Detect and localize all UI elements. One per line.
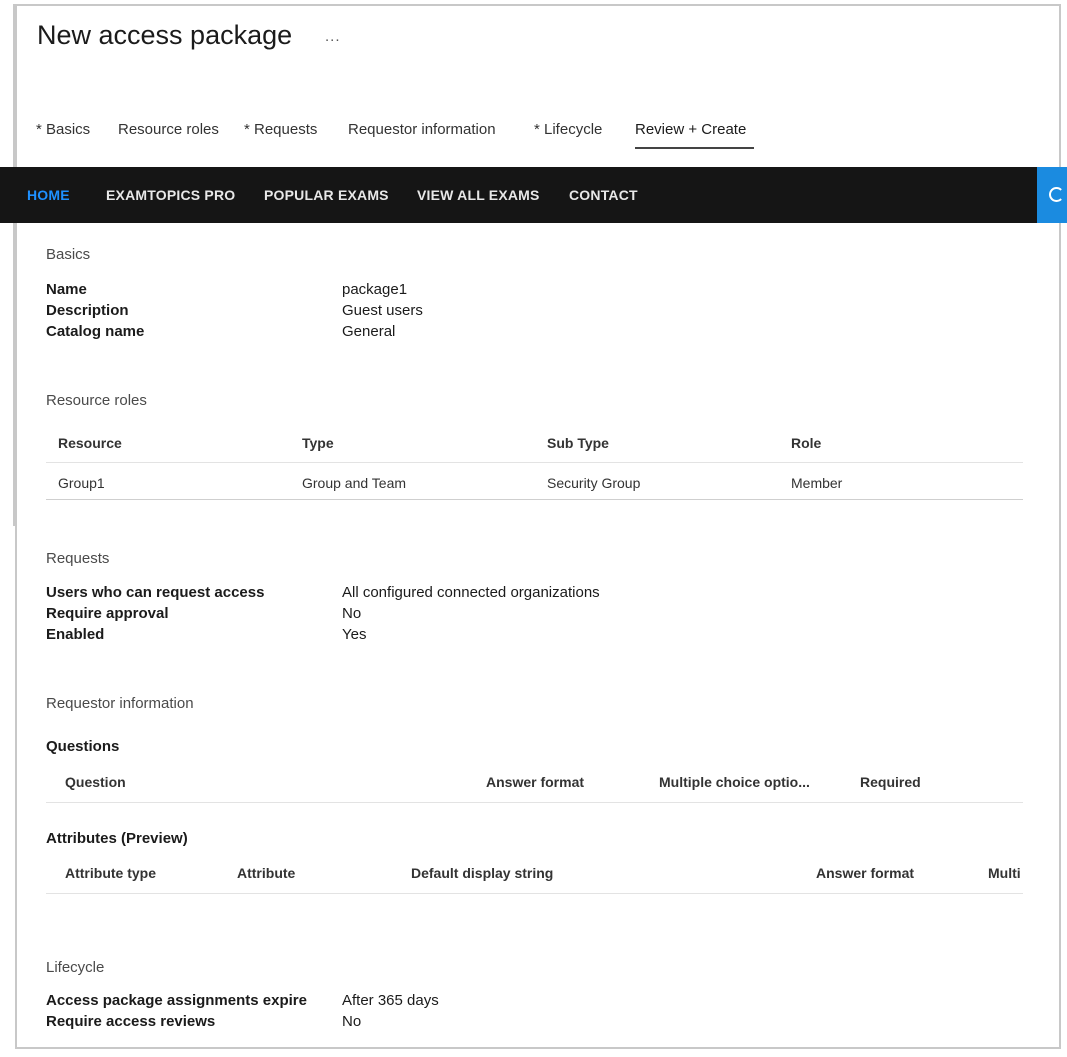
column-header-required: Required [860, 774, 921, 790]
site-navbar: HOME EXAMTOPICS PRO POPULAR EXAMS VIEW A… [0, 167, 1067, 223]
section-heading-requests: Requests [46, 550, 110, 567]
column-header-question: Question [65, 774, 126, 790]
page-title: New access package [37, 20, 293, 50]
attributes-heading: Attributes (Preview) [46, 830, 188, 847]
section-heading-lifecycle: Lifecycle [46, 959, 105, 976]
tab-requestor-information[interactable]: Requestor information [348, 121, 496, 138]
column-header-attr-answer-format: Answer format [816, 865, 915, 881]
value-catalog-name: General [342, 323, 396, 340]
nav-contact[interactable]: CONTACT [569, 187, 638, 203]
section-heading-resource-roles: Resource roles [46, 392, 147, 409]
more-options-button[interactable]: ... [325, 28, 341, 45]
label-catalog-name: Catalog name [46, 323, 145, 340]
tab-review-create[interactable]: Review + Create [635, 121, 746, 138]
nav-view-all-exams[interactable]: VIEW ALL EXAMS [417, 187, 540, 203]
tab-lifecycle[interactable]: * Lifecycle [534, 121, 602, 138]
column-header-answer-format: Answer format [486, 774, 585, 790]
cell-sub-type: Security Group [547, 475, 641, 491]
cell-resource: Group1 [58, 475, 105, 491]
table-divider [46, 893, 1023, 894]
column-header-attribute-type: Attribute type [65, 865, 156, 881]
label-users-who-can-request: Users who can request access [46, 584, 265, 601]
value-name: package1 [342, 281, 408, 298]
column-header-role: Role [791, 435, 822, 451]
label-assignments-expire: Access package assignments expire [46, 992, 307, 1009]
cell-type: Group and Team [302, 475, 407, 491]
questions-heading: Questions [46, 738, 120, 755]
tab-resource-roles[interactable]: Resource roles [118, 121, 219, 138]
active-tab-indicator [635, 147, 754, 149]
column-header-default-display-string: Default display string [411, 865, 554, 881]
table-divider [46, 802, 1023, 803]
label-enabled: Enabled [46, 626, 105, 643]
column-header-type: Type [302, 435, 334, 451]
value-require-access-reviews: No [342, 1013, 362, 1030]
search-button[interactable] [1037, 167, 1067, 223]
label-description: Description [46, 302, 129, 319]
nav-popular-exams[interactable]: POPULAR EXAMS [264, 187, 389, 203]
column-header-attribute: Attribute [237, 865, 296, 881]
value-enabled: Yes [342, 626, 367, 643]
label-name: Name [46, 281, 87, 298]
section-heading-requestor-information: Requestor information [46, 695, 194, 712]
column-header-multiple-choice: Multiple choice optio... [659, 774, 810, 790]
cell-role: Member [791, 475, 843, 491]
nav-examtopics-pro[interactable]: EXAMTOPICS PRO [106, 187, 235, 203]
panel-left-border [13, 4, 15, 526]
search-icon [1049, 187, 1064, 202]
table-divider [46, 499, 1023, 500]
table-divider [46, 462, 1023, 463]
value-description: Guest users [342, 302, 423, 319]
value-require-approval: No [342, 605, 362, 622]
column-header-resource: Resource [58, 435, 122, 451]
value-assignments-expire: After 365 days [342, 992, 439, 1009]
value-users-who-can-request: All configured connected organizations [342, 584, 600, 601]
tab-basics[interactable]: * Basics [36, 121, 90, 138]
label-require-access-reviews: Require access reviews [46, 1013, 216, 1030]
column-header-sub-type: Sub Type [547, 435, 609, 451]
label-require-approval: Require approval [46, 605, 169, 622]
column-header-multi: Multi [988, 865, 1021, 881]
nav-home[interactable]: HOME [27, 187, 70, 203]
section-heading-basics: Basics [46, 246, 91, 263]
tab-requests[interactable]: * Requests [244, 121, 317, 138]
